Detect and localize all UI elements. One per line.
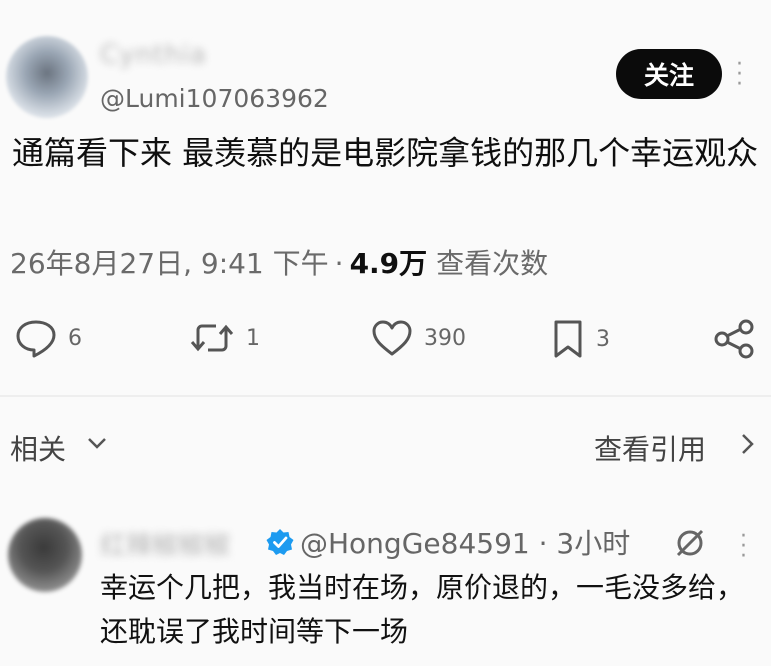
verified-badge-icon: [266, 528, 294, 560]
view-quotes-link[interactable]: 查看引用: [594, 428, 706, 468]
reply-action[interactable]: 6: [14, 318, 82, 358]
section-divider: [0, 395, 771, 397]
tweet-text: 通篇看下来 最羡慕的是电影院拿钱的那几个幸运观众: [12, 134, 759, 172]
share-icon: [712, 318, 756, 360]
share-action[interactable]: [712, 318, 756, 360]
reply-icon: [14, 318, 58, 358]
bookmark-count: 3: [596, 326, 610, 352]
author-display-name[interactable]: Cynthia: [100, 40, 207, 70]
retweet-action[interactable]: 1: [188, 318, 260, 358]
reply-avatar[interactable]: [8, 518, 82, 592]
more-options-icon[interactable]: · · ·: [736, 54, 743, 96]
author-avatar[interactable]: [6, 36, 88, 118]
bookmark-action[interactable]: 3: [550, 318, 610, 360]
chevron-right-icon[interactable]: [736, 432, 758, 460]
grok-icon[interactable]: [672, 525, 708, 565]
reply-display-name[interactable]: 红辣椒椒椒: [100, 525, 230, 562]
reply-more-options-icon[interactable]: · · ·: [740, 526, 747, 568]
reply-count: 6: [68, 325, 82, 351]
follow-button[interactable]: 关注: [616, 49, 722, 99]
reply-text: 幸运个几把，我当时在场，原价退的，一毛没多给，还耽误了我时间等下一场: [100, 571, 745, 648]
tweet-timestamp[interactable]: 26年8月27日, 9:41 下午: [10, 247, 329, 280]
heart-icon: [370, 318, 414, 358]
author-handle[interactable]: @Lumi107063962: [100, 84, 329, 113]
retweet-count: 1: [246, 325, 260, 351]
retweet-icon: [188, 318, 236, 358]
like-count: 390: [424, 325, 466, 351]
views-label: 查看次数: [436, 247, 549, 280]
reply-handle-time[interactable]: @HongGe84591 · 3小时: [300, 522, 630, 562]
chevron-down-icon[interactable]: [86, 432, 108, 458]
related-label[interactable]: 相关: [10, 428, 66, 468]
tweet-meta: 26年8月27日, 9:41 下午 · 4.9万 查看次数: [10, 247, 549, 280]
views-count: 4.9万: [349, 247, 428, 280]
bookmark-icon: [550, 318, 586, 360]
like-action[interactable]: 390: [370, 318, 466, 358]
